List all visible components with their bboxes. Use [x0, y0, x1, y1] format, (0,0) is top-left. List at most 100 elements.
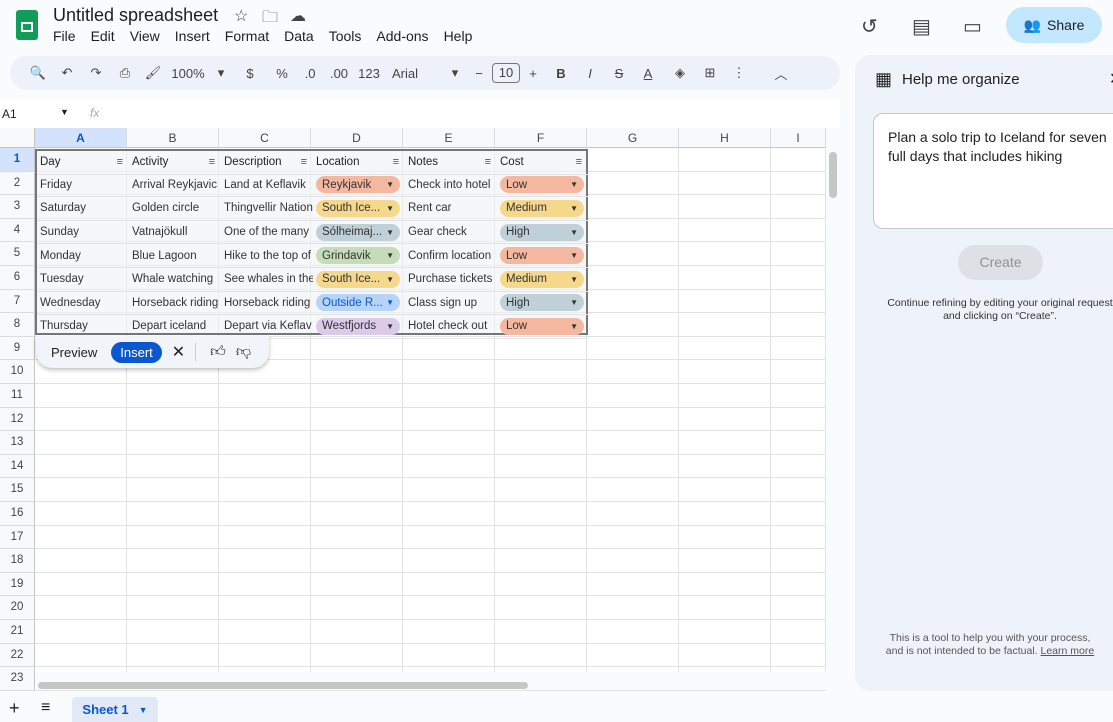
row-header-13[interactable]: 13: [0, 431, 35, 455]
collapse-toolbar-icon[interactable]: ︿: [756, 64, 806, 83]
table-cell[interactable]: Land at Keflavik: [221, 174, 313, 198]
chevron-down-icon[interactable]: ▼: [60, 107, 69, 117]
table-cell[interactable]: Golden circle: [129, 197, 221, 221]
location-chip[interactable]: Sólheimaj... ▼: [316, 223, 400, 241]
table-cell[interactable]: Low ▼: [497, 315, 588, 339]
cost-chip[interactable]: Low ▼: [500, 247, 584, 265]
table-header-cell[interactable]: Day ≡: [37, 151, 129, 175]
fill-color-icon[interactable]: ◈: [662, 65, 698, 81]
font-select[interactable]: Arial: [384, 66, 444, 81]
location-chip[interactable]: Westfjords ▼: [316, 317, 400, 335]
bold-icon[interactable]: B: [546, 66, 576, 81]
menu-help[interactable]: Help: [444, 28, 473, 44]
table-cell[interactable]: Horseback riding: [221, 292, 313, 316]
row-header-22[interactable]: 22: [0, 643, 35, 668]
cost-chip[interactable]: Low ▼: [500, 317, 584, 335]
table-cell[interactable]: Monday: [37, 244, 129, 268]
star-icon[interactable]: ☆: [234, 6, 248, 26]
menu-format[interactable]: Format: [225, 28, 269, 44]
row-header-4[interactable]: 4: [0, 218, 35, 243]
row-header-14[interactable]: 14: [0, 454, 35, 479]
table-cell[interactable]: Thingvellir Nation: [221, 197, 313, 221]
cost-chip[interactable]: Low ▼: [500, 176, 584, 194]
thumbs-down-icon[interactable]: 👎︎: [236, 343, 251, 361]
horizontal-scrollbar[interactable]: [38, 682, 528, 689]
filter-icon[interactable]: ≡: [576, 156, 582, 168]
row-header-11[interactable]: 11: [0, 384, 35, 408]
menu-data[interactable]: Data: [284, 28, 314, 44]
sheet-tab[interactable]: Sheet 1 ▼: [72, 697, 158, 722]
cost-chip[interactable]: High ▼: [500, 294, 584, 312]
table-cell[interactable]: Hotel check out: [405, 315, 497, 339]
row-header-12[interactable]: 12: [0, 407, 35, 432]
row-header-21[interactable]: 21: [0, 620, 35, 644]
table-cell[interactable]: Hike to the top of: [221, 244, 313, 268]
row-header-5[interactable]: 5: [0, 242, 35, 266]
more-formats-button[interactable]: 123: [354, 66, 384, 81]
location-chip[interactable]: South Ice... ▼: [316, 199, 400, 217]
decrease-font-size-button[interactable]: −: [466, 66, 492, 81]
row-header-20[interactable]: 20: [0, 596, 35, 620]
table-cell[interactable]: Grindavik ▼: [313, 244, 405, 268]
decrease-decimal-button[interactable]: .0: [296, 66, 324, 81]
print-icon[interactable]: ⎙: [110, 65, 140, 81]
select-all-corner[interactable]: [0, 128, 35, 148]
table-cell[interactable]: High ▼: [497, 221, 588, 245]
table-cell[interactable]: Friday: [37, 174, 129, 198]
increase-decimal-button[interactable]: .00: [324, 66, 354, 81]
paint-format-icon[interactable]: 🖌: [140, 65, 166, 81]
cost-chip[interactable]: High ▼: [500, 223, 584, 241]
table-cell[interactable]: Vatnajökull: [129, 221, 221, 245]
learn-more-link[interactable]: Learn more: [1041, 645, 1095, 657]
increase-font-size-button[interactable]: +: [520, 66, 546, 81]
row-header-16[interactable]: 16: [0, 502, 35, 526]
insert-button[interactable]: Insert: [111, 341, 162, 363]
vertical-scrollbar[interactable]: [829, 152, 837, 198]
strikethrough-icon[interactable]: S: [604, 66, 634, 81]
cost-chip[interactable]: Medium ▼: [500, 270, 584, 288]
currency-button[interactable]: $: [232, 66, 268, 81]
column-header-H[interactable]: H: [679, 128, 771, 148]
share-button[interactable]: 👥 Share: [1006, 7, 1102, 43]
table-cell[interactable]: Medium ▼: [497, 268, 588, 292]
row-header-7[interactable]: 7: [0, 289, 35, 314]
table-cell[interactable]: Check into hotel: [405, 174, 497, 198]
table-cell[interactable]: South Ice... ▼: [313, 268, 405, 292]
cloud-icon[interactable]: ☁: [290, 6, 306, 26]
sheets-logo[interactable]: [16, 10, 38, 40]
filter-icon[interactable]: ≡: [393, 156, 399, 168]
percent-button[interactable]: %: [268, 66, 296, 81]
menu-add-ons[interactable]: Add-ons: [376, 28, 428, 44]
meet-icon[interactable]: ▭: [963, 14, 982, 39]
location-chip[interactable]: Reykjavik ▼: [316, 176, 400, 194]
redo-icon[interactable]: ↷: [82, 65, 110, 81]
column-header-C[interactable]: C: [219, 128, 311, 148]
table-cell[interactable]: Tuesday: [37, 268, 129, 292]
row-header-10[interactable]: 10: [0, 360, 35, 384]
close-panel-icon[interactable]: ✕: [1109, 69, 1113, 89]
table-header-cell[interactable]: Activity ≡: [129, 151, 221, 175]
row-header-9[interactable]: 9: [0, 336, 35, 361]
row-header-6[interactable]: 6: [0, 266, 35, 290]
table-header-cell[interactable]: Cost ≡: [497, 151, 588, 175]
table-cell[interactable]: Gear check: [405, 221, 497, 245]
column-header-F[interactable]: F: [495, 128, 587, 148]
table-cell[interactable]: Low ▼: [497, 244, 588, 268]
table-header-cell[interactable]: Notes ≡: [405, 151, 497, 175]
search-icon[interactable]: 🔍: [24, 65, 52, 81]
row-header-19[interactable]: 19: [0, 572, 35, 597]
table-cell[interactable]: Horseback riding: [129, 292, 221, 316]
prompt-input[interactable]: Plan a solo trip to Iceland for seven fu…: [873, 113, 1113, 229]
column-header-G[interactable]: G: [587, 128, 679, 148]
table-cell[interactable]: Confirm location: [405, 244, 497, 268]
row-header-8[interactable]: 8: [0, 313, 35, 337]
column-header-E[interactable]: E: [403, 128, 495, 148]
filter-icon[interactable]: ≡: [117, 156, 123, 168]
column-header-I[interactable]: I: [771, 128, 826, 148]
menu-tools[interactable]: Tools: [329, 28, 362, 44]
table-cell[interactable]: Rent car: [405, 197, 497, 221]
table-cell[interactable]: Whale watching: [129, 268, 221, 292]
table-cell[interactable]: South Ice... ▼: [313, 197, 405, 221]
location-chip[interactable]: Grindavik ▼: [316, 247, 400, 265]
row-header-18[interactable]: 18: [0, 549, 35, 573]
